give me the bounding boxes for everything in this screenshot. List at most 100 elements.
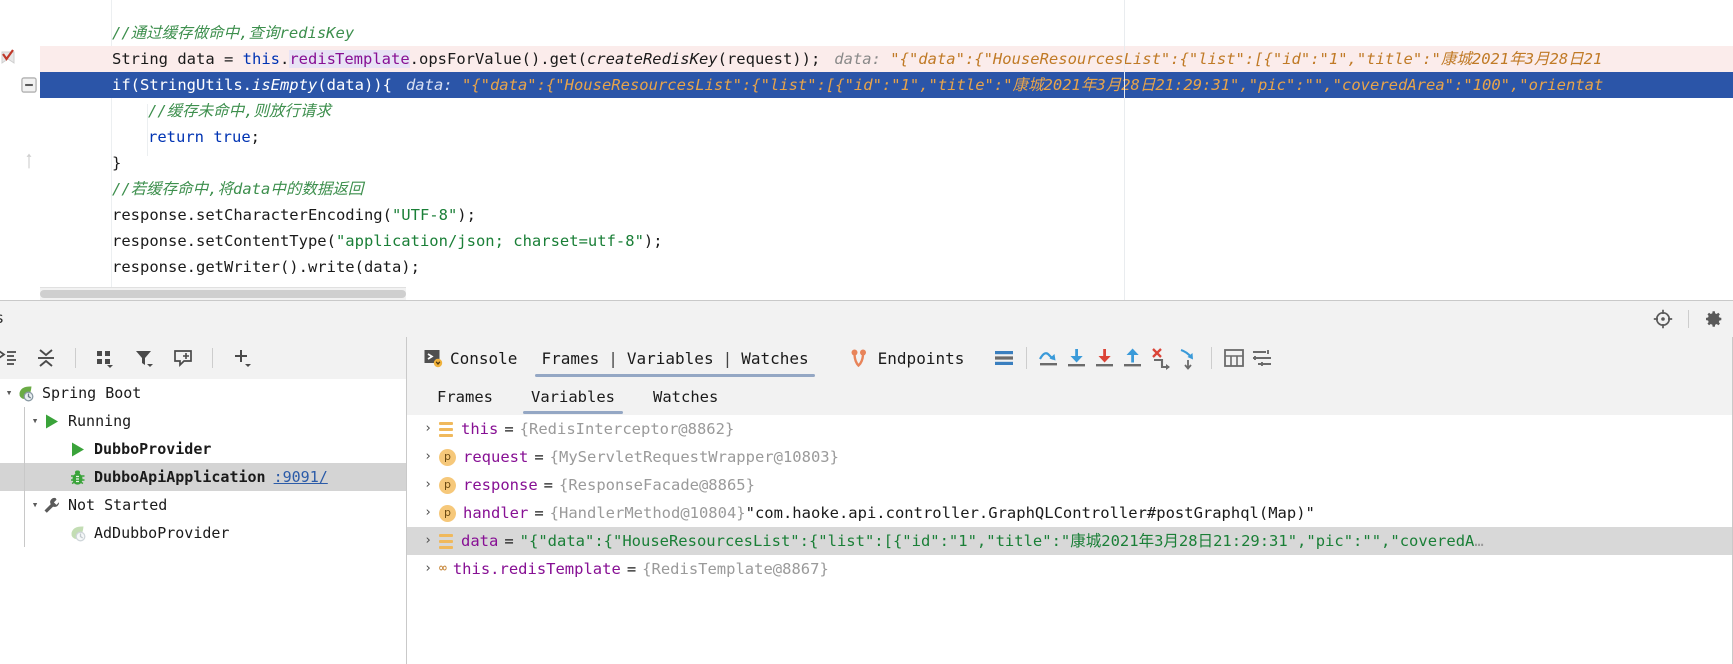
inline-debug-hint-label[interactable]: data: (820, 50, 881, 68)
evaluate-expression-icon[interactable] (1220, 344, 1248, 372)
force-step-into-icon[interactable] (1091, 344, 1119, 372)
tree-guide-line (24, 491, 25, 547)
tab-endpoints[interactable]: Endpoints (837, 337, 977, 379)
node-not-started[interactable]: ▾ Not Started (0, 491, 406, 519)
code-token: response.setContentType( (112, 232, 336, 250)
tree-node-label: Not Started (68, 496, 168, 514)
inline-debug-hint-label[interactable]: data: (392, 76, 453, 94)
line-set-char-encoding[interactable]: response.setCharacterEncoding("UTF-8"); (40, 202, 1733, 228)
line-comment-2[interactable]: //缓存未命中,则放行请求 (40, 98, 1733, 124)
code-token: //通过缓存做命中,查询redisKey (112, 24, 355, 42)
drop-frame-icon[interactable] (1147, 344, 1175, 372)
node-spring-boot[interactable]: ▾ Spring Boot (0, 379, 406, 407)
var-handler[interactable]: › p handler = {HandlerMethod@10804} "com.hao… (407, 499, 1733, 527)
variable-type: {RedisInterceptor@8862} (519, 420, 735, 438)
expand-all-icon[interactable] (0, 345, 20, 371)
step-into-icon[interactable] (1063, 344, 1091, 372)
code-token: redis (289, 50, 336, 68)
var-this[interactable]: › this = {RedisInterceptor@8862} (407, 415, 1733, 443)
line-close-brace[interactable]: } (40, 150, 1733, 176)
code-lines[interactable]: //通过缓存做命中,查询redisKey String data = this.r… (40, 0, 1733, 300)
run-to-cursor-icon[interactable] (1175, 344, 1203, 372)
variables-list[interactable]: › this = {RedisInterceptor@8862} › p request ={… (407, 415, 1733, 664)
variable-expand-arrow-icon[interactable]: › (417, 443, 439, 471)
node-running[interactable]: ▾ Running (0, 407, 406, 435)
var-request[interactable]: › p request = {MyServletRequestWrapper@10803… (407, 443, 1733, 471)
header-separator (1688, 310, 1689, 328)
var-data[interactable]: › data = "{"data":{"HouseResourcesList":{"l… (407, 527, 1733, 555)
subtab-variables[interactable]: Variables (515, 379, 631, 415)
node-ad-dubbo-provider[interactable]: AdDubboProvider (0, 519, 406, 547)
filter-icon[interactable] (131, 345, 157, 371)
line-comment-3[interactable]: //若缓存命中,将data中的数据返回 (40, 176, 1733, 202)
tab-variables-label[interactable]: Variables (627, 349, 714, 368)
variable-name: data (461, 532, 499, 550)
variable-expand-arrow-icon[interactable]: › (417, 555, 439, 583)
variable-equals: = (534, 504, 544, 522)
variable-type: {ResponseFacade@8865} (559, 476, 755, 494)
subtab-frames[interactable]: Frames (421, 379, 509, 415)
code-token: . (279, 50, 290, 68)
code-token: .opsForValue().get( (409, 50, 587, 68)
add-frame-icon[interactable] (170, 345, 196, 371)
variable-expand-arrow-icon[interactable]: › (417, 499, 439, 527)
layout-settings-icon[interactable] (990, 344, 1018, 372)
tool-window-header: ces (0, 301, 1733, 337)
variable-equals: = (626, 560, 637, 578)
locate-target-icon[interactable] (1652, 308, 1674, 330)
line-string-data[interactable]: String data = this.redisTemplate.opsForV… (40, 46, 1733, 72)
line-set-content-type[interactable]: response.setContentType("application/jso… (40, 228, 1733, 254)
code-editor[interactable]: //通过缓存做命中,查询redisKey String data = this.r… (0, 0, 1733, 300)
step-out-icon[interactable] (1119, 344, 1147, 372)
inline-debug-hint-value[interactable]: "{"data":{"HouseResourcesList":{"list":[… (453, 76, 1603, 94)
tab-frames-variables-watches[interactable]: Frames | Variables | Watches (529, 337, 820, 379)
node-dubbo-api-app[interactable]: DubboApiApplication:9091/ (0, 463, 406, 491)
parameter-badge-icon: p (439, 504, 456, 522)
tab-watches-label[interactable]: Watches (741, 349, 808, 368)
service-port-link[interactable]: :9091/ (274, 463, 328, 491)
editor-scrollbar-thumb[interactable] (40, 290, 406, 298)
line-return-true[interactable]: return true; (40, 124, 1733, 150)
editor-horizontal-scrollbar[interactable] (40, 287, 406, 300)
tree-expand-arrow-icon[interactable]: ▾ (2, 379, 16, 407)
tab-console-label: Console (450, 348, 518, 368)
group-by-icon[interactable] (92, 345, 118, 371)
console-icon (424, 350, 443, 368)
step-over-icon[interactable] (1035, 344, 1063, 372)
line-get-writer-write[interactable]: response.getWriter().write(data); (40, 254, 1733, 280)
settings-list-icon[interactable] (1248, 344, 1276, 372)
settings-gear-icon[interactable] (1703, 308, 1725, 330)
code-token: Template (335, 50, 410, 68)
code-token: ; (250, 128, 260, 146)
var-redis-tpl[interactable]: › ∞ this.redisTemplate = {RedisTemplate@8867… (407, 555, 1733, 583)
code-token: ); (643, 232, 663, 250)
code-fold-region-icon[interactable] (20, 152, 38, 170)
tab-divider-1: | (608, 348, 618, 368)
editor-gutter[interactable] (0, 0, 40, 300)
editor-right-margin-line (1124, 0, 1125, 300)
services-tree[interactable]: ▾ Spring Boot ▾ Running DubboProvider Dubbo… (0, 379, 406, 664)
variable-name: response (463, 476, 538, 494)
code-fold-collapse-icon[interactable] (20, 76, 38, 94)
variable-expand-arrow-icon[interactable]: › (417, 415, 439, 443)
tab-console[interactable]: Console (407, 337, 529, 379)
execution-point-icon[interactable] (0, 48, 18, 66)
local-variable-badge-icon (439, 533, 453, 549)
services-toolbar (0, 337, 406, 380)
line-comment-1[interactable]: //通过缓存做命中,查询redisKey (40, 20, 1733, 46)
parameter-badge-icon: p (439, 448, 456, 466)
variable-expand-arrow-icon[interactable]: › (417, 471, 439, 499)
tree-expand-arrow-icon[interactable]: ▾ (28, 491, 42, 519)
variable-expand-arrow-icon[interactable]: › (417, 527, 439, 555)
subtab-watches[interactable]: Watches (637, 379, 734, 415)
var-response[interactable]: › p response = {ResponseFacade@8865} (407, 471, 1733, 499)
tree-expand-arrow-icon[interactable]: ▾ (28, 407, 42, 435)
node-dubbo-provider[interactable]: DubboProvider (0, 435, 406, 463)
tab-endpoints-label: Endpoints (877, 348, 965, 368)
collapse-all-icon[interactable] (33, 345, 59, 371)
variable-name: this.redisTemplate (452, 560, 621, 578)
add-icon[interactable] (229, 345, 255, 371)
inline-debug-hint-value[interactable]: "{"data":{"HouseResourcesList":{"list":[… (881, 50, 1602, 68)
line-if-isempty[interactable]: if(StringUtils.isEmpty(data)){data: "{"d… (40, 72, 1733, 98)
tab-frames-label[interactable]: Frames (541, 349, 599, 368)
